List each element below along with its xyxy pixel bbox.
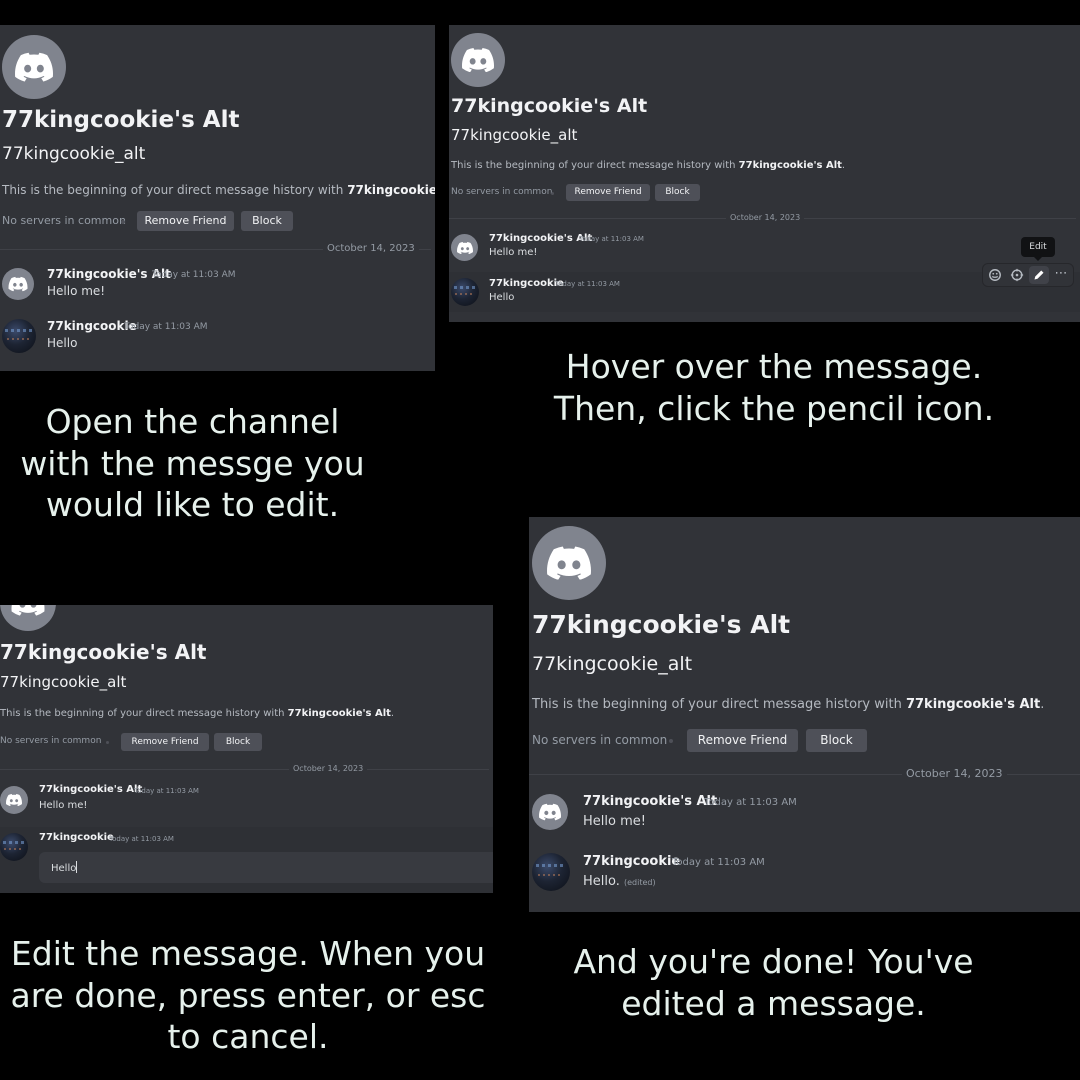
edit-input-text: Hello (51, 861, 78, 874)
message-avatar[interactable] (532, 794, 568, 830)
dm-intro-text: This is the beginning of your direct mes… (0, 708, 395, 719)
block-button[interactable]: Block (241, 211, 293, 231)
remove-friend-button[interactable]: Remove Friend (566, 184, 650, 201)
edit-message-input[interactable]: Hello (39, 852, 493, 883)
separator-dot (669, 739, 673, 743)
date-divider-label: October 14, 2023 (323, 243, 419, 254)
profile-avatar (451, 33, 505, 87)
message-timestamp: Today at 11:03 AM (152, 270, 236, 280)
block-button[interactable]: Block (806, 729, 867, 752)
message-text: Hello me! (583, 814, 646, 829)
profile-display-name: 77kingcookie's Alt (0, 640, 207, 664)
profile-display-name: 77kingcookie's Alt (2, 107, 240, 133)
dm-intro-text: This is the beginning of your direct mes… (532, 697, 1045, 712)
message-timestamp: Today at 11:03 AM (579, 235, 644, 243)
discord-logo-icon (8, 276, 28, 292)
mutual-servers-text: No servers in common (532, 733, 668, 747)
message-avatar[interactable] (0, 833, 28, 861)
remove-friend-button[interactable]: Remove Friend (137, 211, 234, 231)
message-author[interactable]: 77kingcookie (489, 278, 564, 289)
message-text: Hello me! (39, 800, 88, 811)
more-icon[interactable]: ⋯ (1051, 266, 1071, 284)
mutual-servers-text: No servers in common (451, 187, 553, 197)
message-avatar[interactable] (451, 234, 478, 261)
step2-screenshot: 77kingcookie's Alt 77kingcookie_alt This… (449, 25, 1080, 322)
profile-avatar (0, 605, 56, 631)
add-reaction-icon[interactable] (985, 266, 1005, 284)
profile-username: 77kingcookie_alt (0, 673, 127, 691)
step4-screenshot: 77kingcookie's Alt 77kingcookie_alt This… (529, 517, 1080, 912)
message-timestamp: Today at 11:03 AM (672, 857, 765, 868)
discord-logo-icon (539, 803, 561, 821)
remove-friend-button[interactable]: Remove Friend (121, 733, 209, 751)
message-timestamp: Today at 11:03 AM (134, 787, 199, 795)
step4-caption: And you're done! You've edited a message… (573, 942, 974, 1023)
dm-intro-text: This is the beginning of your direct mes… (451, 160, 846, 171)
text-caret (76, 861, 78, 873)
profile-display-name: 77kingcookie's Alt (451, 95, 648, 117)
discord-logo-icon (15, 52, 53, 82)
message-text: Hello (47, 336, 78, 350)
separator-dot (121, 220, 125, 224)
edit-tooltip: Edit (1021, 237, 1055, 261)
message-author[interactable]: 77kingcookie's Alt (39, 784, 142, 795)
message-avatar[interactable] (451, 278, 479, 306)
date-divider (0, 769, 489, 770)
step3-caption: Edit the message. When you are done, pre… (10, 934, 486, 1057)
message-text: Hello me! (47, 284, 106, 298)
message-author[interactable]: 77kingcookie's Alt (583, 794, 717, 809)
profile-avatar (532, 526, 606, 600)
message-timestamp: Today at 11:03 AM (109, 835, 174, 843)
message-timestamp: Today at 11:03 AM (704, 797, 797, 808)
mutual-servers-text: No servers in common (2, 214, 126, 227)
profile-username: 77kingcookie_alt (451, 126, 578, 144)
message-avatar[interactable] (0, 786, 28, 814)
discord-logo-icon (462, 48, 494, 72)
edited-marker: (edited) (624, 878, 656, 887)
dm-intro-text: This is the beginning of your direct mes… (2, 183, 435, 197)
message-avatar[interactable] (2, 268, 34, 300)
date-divider-label: October 14, 2023 (726, 213, 805, 222)
profile-display-name: 77kingcookie's Alt (532, 610, 791, 639)
discord-logo-icon (547, 546, 591, 580)
pencil-icon[interactable] (1029, 266, 1049, 284)
date-divider-label: October 14, 2023 (902, 767, 1007, 780)
profile-avatar (2, 35, 66, 99)
message-hover-toolbar: ⋯ (982, 263, 1074, 287)
message-text: Hello (489, 292, 515, 303)
step1-screenshot: 77kingcookie's Alt 77kingcookie_alt This… (0, 25, 435, 371)
step1-caption: Open the channel with the messge you wou… (20, 402, 365, 525)
separator-dot (106, 741, 109, 744)
message-text: Hello. (edited) (583, 874, 656, 889)
separator-dot (551, 192, 554, 195)
message-author[interactable]: 77kingcookie's Alt (489, 233, 592, 244)
discord-logo-icon (6, 794, 22, 806)
message-author[interactable]: 77kingcookie (583, 854, 680, 869)
super-reaction-icon[interactable] (1007, 266, 1027, 284)
discord-logo-icon (456, 241, 473, 254)
remove-friend-button[interactable]: Remove Friend (687, 729, 798, 752)
mutual-servers-text: No servers in common (0, 736, 102, 746)
date-divider-label: October 14, 2023 (289, 764, 368, 773)
profile-username: 77kingcookie_alt (532, 653, 693, 675)
message-avatar[interactable] (532, 853, 570, 891)
block-button[interactable]: Block (214, 733, 262, 751)
block-button[interactable]: Block (655, 184, 700, 201)
message-author[interactable]: 77kingcookie (39, 832, 114, 843)
message-text: Hello me! (489, 247, 538, 258)
message-timestamp: Today at 11:03 AM (555, 280, 620, 288)
message-avatar[interactable] (2, 319, 36, 353)
step2-caption: Hover over the message. Then, click the … (553, 347, 995, 428)
discord-logo-icon (11, 605, 45, 616)
message-timestamp: Today at 11:03 AM (124, 322, 208, 332)
profile-username: 77kingcookie_alt (2, 144, 146, 164)
step3-screenshot: 77kingcookie's Alt 77kingcookie_alt This… (0, 605, 493, 893)
